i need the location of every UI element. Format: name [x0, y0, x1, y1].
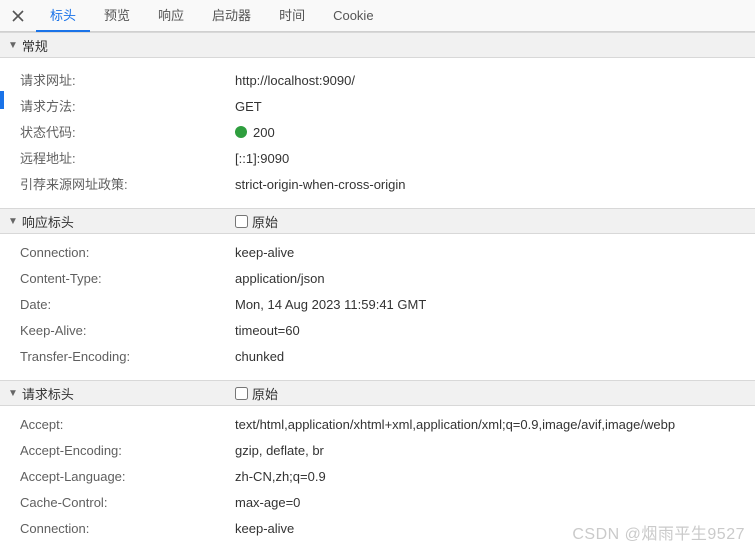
- label-referrer: 引荐来源网址政策:: [20, 175, 235, 195]
- label-req-accept-language: Accept-Language:: [20, 467, 235, 487]
- chevron-down-icon: ▼: [8, 388, 18, 399]
- raw-checkbox-response[interactable]: [235, 215, 248, 228]
- section-request-body: Accept: text/html,application/xhtml+xml,…: [0, 406, 755, 552]
- section-response-body: Connection: keep-alive Content-Type: app…: [0, 234, 755, 380]
- raw-checkbox-request[interactable]: [235, 387, 248, 400]
- section-request-header[interactable]: ▼ 请求标头 原始: [0, 380, 755, 406]
- raw-label-response: 原始: [252, 212, 278, 231]
- value-resp-content-type: application/json: [235, 269, 325, 289]
- raw-label-request: 原始: [252, 384, 278, 403]
- row-req-accept: Accept: text/html,application/xhtml+xml,…: [0, 412, 755, 438]
- raw-toggle-response: 原始: [235, 212, 278, 231]
- section-response-header[interactable]: ▼ 响应标头 原始: [0, 208, 755, 234]
- section-general-title: 常规: [22, 36, 48, 55]
- tab-headers[interactable]: 标头: [36, 0, 90, 32]
- row-resp-keep-alive: Keep-Alive: timeout=60: [0, 318, 755, 344]
- row-req-connection: Connection: keep-alive: [0, 516, 755, 542]
- raw-toggle-request: 原始: [235, 384, 278, 403]
- value-req-connection: keep-alive: [235, 519, 294, 539]
- row-request-method: 请求方法: GET: [0, 94, 755, 120]
- value-resp-date: Mon, 14 Aug 2023 11:59:41 GMT: [235, 295, 426, 315]
- value-remote: [::1]:9090: [235, 149, 289, 169]
- label-status: 状态代码:: [20, 123, 235, 143]
- label-remote: 远程地址:: [20, 149, 235, 169]
- label-resp-keep-alive: Keep-Alive:: [20, 321, 235, 341]
- tabs-bar: 标头 预览 响应 启动器 时间 Cookie: [0, 0, 755, 32]
- row-resp-transfer: Transfer-Encoding: chunked: [0, 344, 755, 370]
- tab-timing[interactable]: 时间: [265, 0, 319, 32]
- status-code-text: 200: [253, 125, 275, 140]
- value-method: GET: [235, 97, 262, 117]
- value-req-accept: text/html,application/xhtml+xml,applicat…: [235, 415, 675, 435]
- selection-indicator: [0, 91, 4, 109]
- row-resp-date: Date: Mon, 14 Aug 2023 11:59:41 GMT: [0, 292, 755, 318]
- section-general-header[interactable]: ▼ 常规: [0, 32, 755, 58]
- tab-cookie[interactable]: Cookie: [319, 0, 387, 32]
- section-request-title: 请求标头: [22, 384, 74, 403]
- value-resp-keep-alive: timeout=60: [235, 321, 300, 341]
- tab-response[interactable]: 响应: [144, 0, 198, 32]
- value-referrer: strict-origin-when-cross-origin: [235, 175, 406, 195]
- label-resp-connection: Connection:: [20, 243, 235, 263]
- value-req-accept-language: zh-CN,zh;q=0.9: [235, 467, 326, 487]
- row-referrer-policy: 引荐来源网址政策: strict-origin-when-cross-origi…: [0, 172, 755, 198]
- row-resp-content-type: Content-Type: application/json: [0, 266, 755, 292]
- value-req-accept-encoding: gzip, deflate, br: [235, 441, 324, 461]
- value-request-url: http://localhost:9090/: [235, 71, 355, 91]
- row-status-code: 状态代码: 200: [0, 120, 755, 146]
- row-remote-address: 远程地址: [::1]:9090: [0, 146, 755, 172]
- section-response-title: 响应标头: [22, 212, 74, 231]
- value-req-cache-control: max-age=0: [235, 493, 300, 513]
- chevron-down-icon: ▼: [8, 40, 18, 51]
- label-resp-content-type: Content-Type:: [20, 269, 235, 289]
- value-resp-connection: keep-alive: [235, 243, 294, 263]
- row-req-accept-encoding: Accept-Encoding: gzip, deflate, br: [0, 438, 755, 464]
- value-status: 200: [235, 123, 275, 143]
- row-req-accept-language: Accept-Language: zh-CN,zh;q=0.9: [0, 464, 755, 490]
- row-resp-connection: Connection: keep-alive: [0, 240, 755, 266]
- label-req-accept-encoding: Accept-Encoding:: [20, 441, 235, 461]
- label-resp-transfer: Transfer-Encoding:: [20, 347, 235, 367]
- row-req-cache-control: Cache-Control: max-age=0: [0, 490, 755, 516]
- value-resp-transfer: chunked: [235, 347, 284, 367]
- chevron-down-icon: ▼: [8, 216, 18, 227]
- close-icon[interactable]: [6, 4, 30, 28]
- section-general-body: 请求网址: http://localhost:9090/ 请求方法: GET 状…: [0, 58, 755, 208]
- label-req-cache-control: Cache-Control:: [20, 493, 235, 513]
- tab-preview[interactable]: 预览: [90, 0, 144, 32]
- tab-initiator[interactable]: 启动器: [198, 0, 265, 32]
- label-resp-date: Date:: [20, 295, 235, 315]
- label-method: 请求方法:: [20, 97, 235, 117]
- label-req-accept: Accept:: [20, 415, 235, 435]
- label-request-url: 请求网址:: [20, 71, 235, 91]
- row-request-url: 请求网址: http://localhost:9090/: [0, 68, 755, 94]
- status-dot-icon: [235, 126, 247, 138]
- label-req-connection: Connection:: [20, 519, 235, 539]
